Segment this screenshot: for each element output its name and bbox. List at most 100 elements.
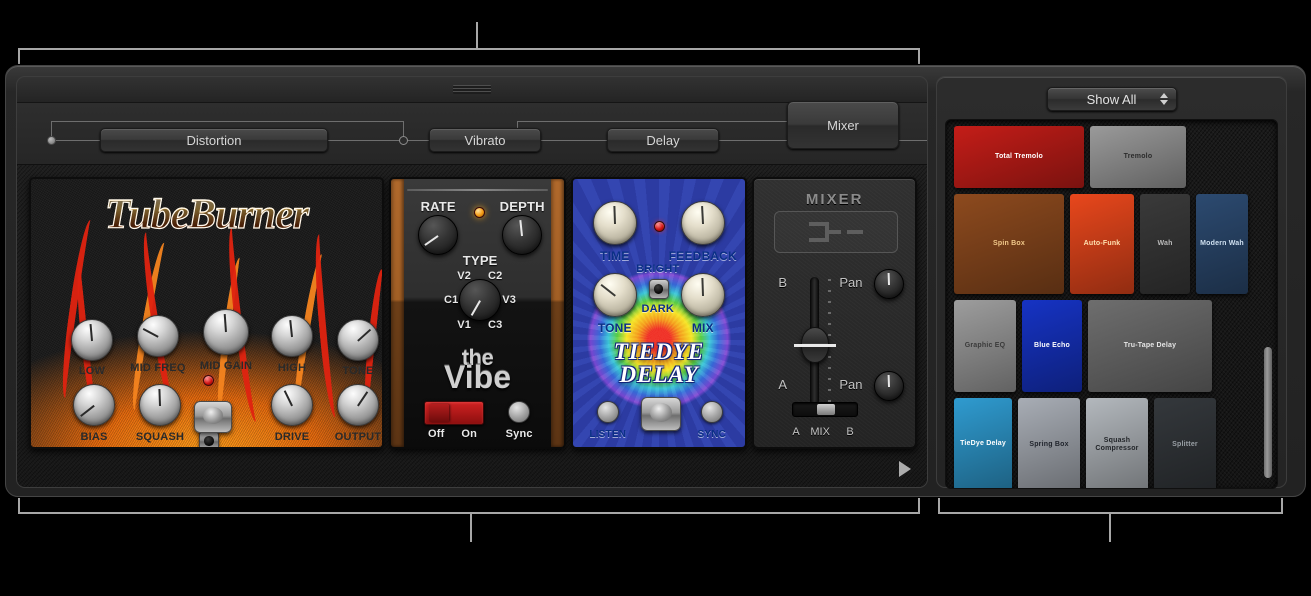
pedal-mixer[interactable]: MIXER B Pan A Pan A MIX B <box>752 177 917 449</box>
knob-delay-tone[interactable] <box>592 273 637 317</box>
vibe-power-switch-nub <box>429 404 450 422</box>
browser-chip-label: Spring Box <box>1029 441 1069 449</box>
callout-br-right-tick <box>1281 498 1283 514</box>
tubeburner-logo: TubeBurner <box>104 191 309 238</box>
distortion-led <box>203 375 214 386</box>
board-scroll-right-arrow[interactable] <box>899 461 911 477</box>
mixer-pan-bottom-label: Pan <box>839 377 863 392</box>
browser-filter-value: Show All <box>1086 91 1137 107</box>
pedal-browser: Show All Total Tremolo Tremolo Spin Box Aut… <box>936 76 1287 489</box>
browser-chip-auto-funk[interactable]: Auto-Funk <box>1070 194 1134 294</box>
knob-drive[interactable] <box>271 384 313 426</box>
browser-chip-graphic-eq[interactable]: Graphic EQ <box>954 300 1016 392</box>
pedalboard-area: Distortion Vibrato Delay Mixer TubeBurne… <box>16 76 928 488</box>
mixer-switch-a-label: A <box>792 426 800 438</box>
pedal-the-vibe[interactable]: RATE DEPTH TYPE V2 C2 C1 V3 V1 C3 the Vi… <box>389 177 566 449</box>
knob-high-label: HIGH <box>277 362 307 374</box>
vibe-sync-label: Sync <box>505 428 533 440</box>
vibe-on-label: On <box>461 428 478 440</box>
knob-low-label: LOW <box>78 365 106 377</box>
chain-wire-top-1 <box>51 121 403 122</box>
delay-bright-dark-toggle[interactable] <box>648 279 669 299</box>
vibe-depth-label: DEPTH <box>499 199 545 214</box>
chain-button-distortion[interactable]: Distortion <box>100 128 328 152</box>
mixer-a-mix-b-switch[interactable] <box>792 402 859 417</box>
browser-chip-label: Graphic EQ <box>964 342 1006 350</box>
knob-pan-a[interactable] <box>874 371 905 401</box>
knob-mid-freq[interactable] <box>137 315 179 357</box>
browser-chip-splitter[interactable]: Splitter <box>1154 398 1216 488</box>
tiedye-logo-line2: DELAY <box>619 362 699 387</box>
browser-chip-total-tremolo[interactable]: Total Tremolo <box>954 126 1084 188</box>
knob-vibe-type[interactable] <box>459 279 502 321</box>
browser-chip-tru-tape-delay[interactable]: Tru-Tape Delay <box>1088 300 1212 392</box>
knob-squash-label: SQUASH <box>135 431 185 443</box>
browser-chip-spin-box[interactable]: Spin Box <box>954 194 1064 294</box>
delay-footswitch[interactable] <box>640 397 681 431</box>
knob-delay-feedback[interactable] <box>680 201 725 245</box>
browser-scrollbar-thumb[interactable] <box>1264 346 1272 478</box>
browser-chip-label: Modern Wah <box>1200 240 1244 248</box>
pedal-tubeburner[interactable]: TubeBurner FAT LOW MID FREQ MID GAIN HIG… <box>29 177 385 449</box>
mixer-b-label: B <box>778 275 788 290</box>
browser-chip-squash-compressor[interactable]: Squash Compressor <box>1086 398 1148 488</box>
vibe-type-option-v3: V3 <box>502 294 517 306</box>
browser-scrollbar[interactable] <box>1263 126 1273 482</box>
knob-delay-feedback-label: FEEDBACK <box>668 249 737 263</box>
pedalboard-plugin-window: Distortion Vibrato Delay Mixer TubeBurne… <box>5 65 1306 497</box>
vibe-type-option-c1: C1 <box>443 294 459 306</box>
knob-vibe-depth[interactable] <box>502 215 543 255</box>
vibe-type-option-c2: C2 <box>487 270 503 282</box>
browser-chip-modern-wah[interactable]: Modern Wah <box>1196 194 1248 294</box>
knob-vibe-rate[interactable] <box>418 215 459 255</box>
knob-mid-freq-label: MID FREQ <box>130 362 186 374</box>
chain-node-1[interactable] <box>399 136 408 145</box>
chain-button-distortion-label: Distortion <box>186 132 242 148</box>
chain-button-vibrato[interactable]: Vibrato <box>429 128 541 152</box>
knob-output[interactable] <box>337 384 379 426</box>
vibe-sync-button[interactable] <box>508 401 531 423</box>
knob-delay-mix[interactable] <box>680 273 725 317</box>
chain-node-input[interactable] <box>47 136 56 145</box>
callout-br-stem <box>1109 512 1111 542</box>
browser-chip-tiedye-delay[interactable]: TieDye Delay <box>954 398 1012 488</box>
knob-squash[interactable] <box>139 384 181 426</box>
knob-mid-gain[interactable] <box>203 309 249 355</box>
delay-listen-button[interactable] <box>596 401 619 423</box>
window-grip-bar[interactable] <box>17 77 927 103</box>
delay-listen-label: LISTEN <box>589 429 627 440</box>
knob-delay-time[interactable] <box>592 201 637 245</box>
browser-filter-popup[interactable]: Show All <box>1046 87 1177 111</box>
browser-chip-spring-box[interactable]: Spring Box <box>1018 398 1080 488</box>
fat-toggle-switch[interactable] <box>199 431 219 447</box>
mixer-merge-icon <box>809 222 864 242</box>
delay-sync-button[interactable] <box>700 401 723 423</box>
window-grip[interactable] <box>453 85 491 94</box>
vibe-type-option-v2: V2 <box>457 270 472 282</box>
vibe-wood-right <box>550 179 564 447</box>
delay-bright-label: BRIGHT <box>636 263 680 275</box>
mixer-fader-handle[interactable] <box>794 327 837 363</box>
knob-tone-label: TONE <box>342 365 374 377</box>
knob-low[interactable] <box>71 319 113 361</box>
browser-chip-tremolo[interactable]: Tremolo <box>1090 126 1186 188</box>
chevron-updown-icon <box>1159 93 1168 105</box>
pedal-tiedye-delay[interactable]: TIME FEEDBACK TONE MIX BRIGHT DARK TIEDY… <box>570 177 748 449</box>
chain-button-mixer-label: Mixer <box>827 117 859 133</box>
browser-chip-blue-echo[interactable]: Blue Echo <box>1022 300 1082 392</box>
vibe-power-switch[interactable] <box>424 401 485 425</box>
chain-button-mixer[interactable]: Mixer <box>787 101 899 149</box>
browser-chip-wah[interactable]: Wah <box>1140 194 1190 294</box>
knob-high[interactable] <box>271 315 313 357</box>
distortion-footswitch[interactable] <box>194 401 232 433</box>
chain-button-delay[interactable]: Delay <box>607 128 719 152</box>
knob-bias[interactable] <box>73 384 115 426</box>
vibe-type-option-c3: C3 <box>487 319 503 331</box>
chain-button-delay-label: Delay <box>646 132 680 148</box>
knob-output-label: OUTPUT <box>334 431 382 443</box>
knob-delay-tone-label: TONE <box>597 321 632 335</box>
browser-chip-label: Squash Compressor <box>1095 437 1139 452</box>
knob-tone[interactable] <box>337 319 379 361</box>
knob-pan-b[interactable] <box>874 269 905 299</box>
screenshot-root: Distortion Vibrato Delay Mixer TubeBurne… <box>0 0 1311 596</box>
